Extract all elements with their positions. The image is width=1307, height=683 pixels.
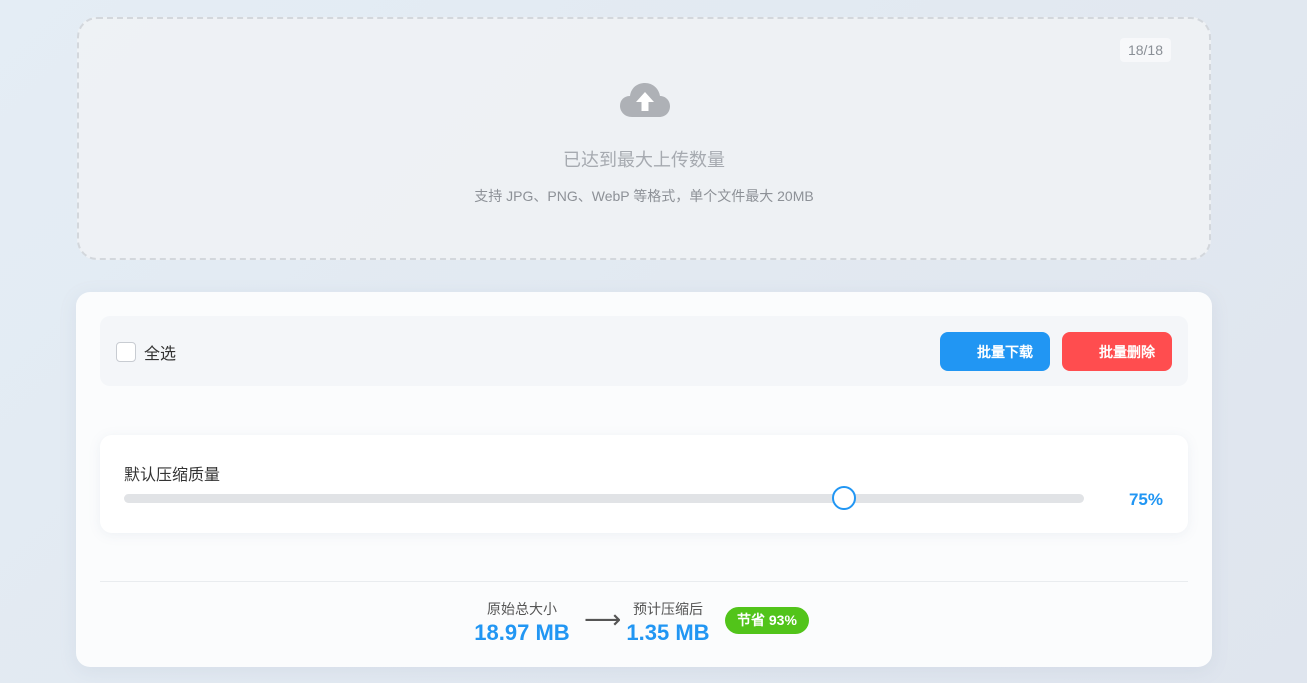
upload-title: 已达到最大上传数量: [563, 150, 725, 170]
upload-counter: 18/18: [1119, 38, 1171, 62]
select-all-label: 全选: [144, 346, 177, 363]
original-size-label: 原始总大小: [487, 601, 557, 617]
quality-slider[interactable]: [124, 486, 1084, 510]
upload-dropzone[interactable]: 18/18 已达到最大上传数量 支持 JPG、PNG、WebP 等格式，单个文件…: [77, 17, 1211, 260]
quality-slider-thumb[interactable]: [832, 486, 856, 510]
batch-delete-button[interactable]: 批量删除: [1062, 332, 1172, 371]
quality-value: 75%: [1128, 490, 1163, 509]
compression-panel: 全选 批量下载 批量删除 默认压缩质量 75% 原始总大小 18.97 MB ⟶…: [76, 292, 1212, 667]
compressed-size-stat: 预计压缩后 1.35 MB: [624, 599, 712, 646]
quality-card: 默认压缩质量 75%: [100, 435, 1188, 533]
select-all-checkbox[interactable]: [116, 342, 136, 362]
select-all-control[interactable]: 全选: [116, 342, 177, 363]
divider: [100, 581, 1188, 582]
original-size-stat: 原始总大小 18.97 MB: [472, 599, 572, 646]
cloud-upload-icon: [620, 83, 670, 117]
batch-download-button[interactable]: 批量下载: [940, 332, 1050, 371]
compressed-size-value: 1.35 MB: [626, 620, 710, 645]
quality-label: 默认压缩质量: [124, 467, 221, 484]
saving-badge: 节省 93%: [725, 607, 809, 634]
arrow-right-icon: ⟶: [584, 604, 622, 634]
original-size-value: 18.97 MB: [474, 620, 570, 645]
upload-hint: 支持 JPG、PNG、WebP 等格式，单个文件最大 20MB: [474, 188, 814, 204]
compressed-size-label: 预计压缩后: [633, 601, 703, 617]
batch-toolbar: 全选 批量下载 批量删除: [100, 316, 1188, 386]
